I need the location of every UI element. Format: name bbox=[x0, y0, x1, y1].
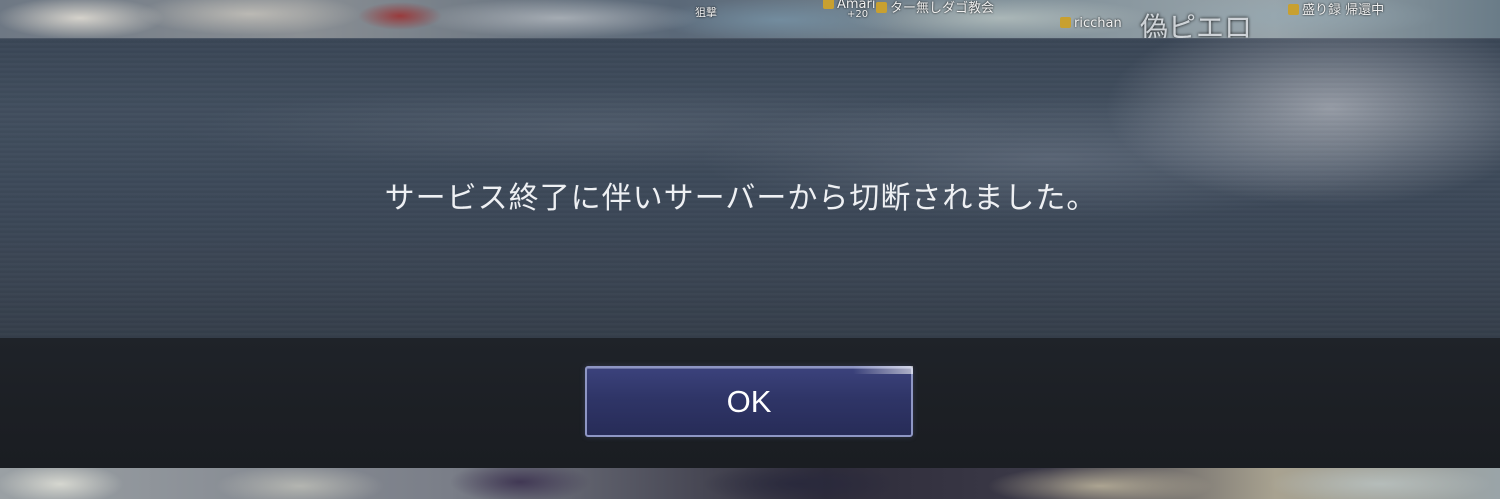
player-level-label: +20 bbox=[847, 9, 869, 20]
dialog-body: サービス終了に伴いサーバーから切断されました。 bbox=[0, 38, 1500, 338]
dialog-message: サービス終了に伴いサーバーから切断されました。 bbox=[384, 181, 1098, 216]
player-name-tag: ricchan bbox=[1060, 16, 1122, 31]
dialog-footer: OK bbox=[0, 338, 1500, 468]
guild-badge-icon bbox=[876, 2, 887, 13]
game-background-bottom bbox=[0, 466, 1500, 499]
player-name-tag: 盛り録 帰還中 bbox=[1288, 0, 1384, 18]
disconnect-dialog: サービス終了に伴いサーバーから切断されました。 OK bbox=[0, 38, 1500, 468]
game-screen: Amari ター無しダゴ教会 +20 狙撃 ricchan 偽ピエロ 盛り録 帰… bbox=[0, 0, 1500, 499]
player-title-label: 狙撃 bbox=[695, 6, 717, 19]
ok-button[interactable]: OK bbox=[585, 366, 913, 437]
guild-badge-icon bbox=[1060, 17, 1071, 28]
guild-badge-icon bbox=[823, 0, 834, 9]
player-name-tag: ター無しダゴ教会 bbox=[876, 0, 994, 16]
guild-badge-icon bbox=[1288, 4, 1299, 15]
game-background-top: Amari ター無しダゴ教会 +20 狙撃 ricchan 偽ピエロ 盛り録 帰… bbox=[0, 0, 1500, 44]
